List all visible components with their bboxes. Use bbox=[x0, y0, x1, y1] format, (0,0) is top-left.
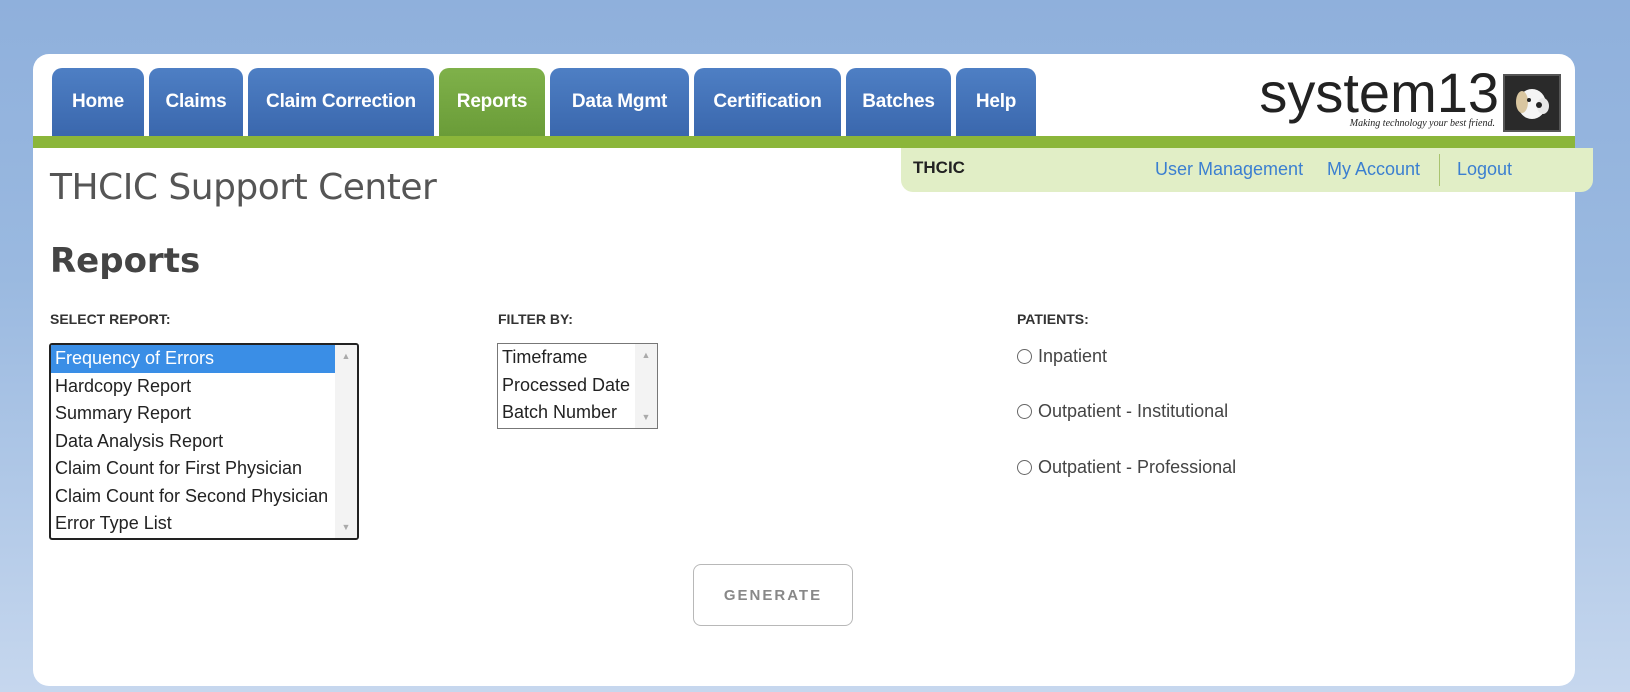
tab-certification[interactable]: Certification bbox=[694, 68, 841, 136]
filter-list-scrollbar[interactable]: ▲ ▼ bbox=[635, 344, 657, 428]
org-name: THCIC bbox=[913, 158, 965, 177]
dog-icon bbox=[1503, 74, 1561, 132]
scroll-up-arrow-icon[interactable]: ▲ bbox=[335, 347, 357, 365]
tab-data-mgmt[interactable]: Data Mgmt bbox=[550, 68, 689, 136]
scroll-up-arrow-icon[interactable]: ▲ bbox=[635, 346, 657, 364]
radio-label: Outpatient - Professional bbox=[1038, 457, 1237, 477]
radio-label: Inpatient bbox=[1038, 346, 1108, 366]
user-bar: THCIC User Management My Account Logout bbox=[901, 148, 1593, 192]
tab-claims[interactable]: Claims bbox=[149, 68, 243, 136]
generate-button[interactable]: GENERATE bbox=[693, 564, 853, 626]
radio-button[interactable] bbox=[1017, 349, 1032, 364]
radio-outpatient-professional[interactable]: Outpatient - Professional bbox=[1017, 457, 1236, 478]
scroll-down-arrow-icon[interactable]: ▼ bbox=[635, 408, 657, 426]
user-management-link[interactable]: User Management bbox=[1155, 159, 1303, 180]
select-report-label: SELECT REPORT: bbox=[50, 311, 171, 327]
select-report-listbox[interactable]: Frequency of Errors Hardcopy Report Summ… bbox=[49, 343, 359, 540]
site-title: THCIC Support Center bbox=[50, 167, 437, 208]
radio-label: Outpatient - Institutional bbox=[1038, 401, 1229, 421]
scroll-down-arrow-icon[interactable]: ▼ bbox=[335, 518, 357, 536]
report-option[interactable]: Claim Count for First Physician bbox=[51, 455, 357, 483]
filter-by-label: FILTER BY: bbox=[498, 311, 573, 327]
radio-outpatient-institutional[interactable]: Outpatient - Institutional bbox=[1017, 401, 1228, 422]
filter-by-listbox[interactable]: Timeframe Processed Date Batch Number ▲ … bbox=[497, 343, 658, 429]
report-option[interactable]: Error Type List bbox=[51, 510, 357, 538]
filter-option[interactable]: Batch Number bbox=[498, 399, 657, 427]
report-option[interactable]: Frequency of Errors bbox=[51, 345, 357, 373]
tab-home[interactable]: Home bbox=[52, 68, 144, 136]
logout-link[interactable]: Logout bbox=[1457, 159, 1512, 180]
report-option[interactable]: Summary Report bbox=[51, 400, 357, 428]
report-option[interactable]: Data Analysis Report bbox=[51, 428, 357, 456]
filter-option[interactable]: Timeframe bbox=[498, 344, 657, 372]
page-title: Reports bbox=[50, 241, 201, 281]
tab-reports[interactable]: Reports bbox=[439, 68, 545, 136]
main-card: Home Claims Claim Correction Reports Dat… bbox=[33, 54, 1593, 686]
radio-button[interactable] bbox=[1017, 404, 1032, 419]
tab-claim-correction[interactable]: Claim Correction bbox=[248, 68, 434, 136]
tab-batches[interactable]: Batches bbox=[846, 68, 951, 136]
nav-accent-bar bbox=[33, 136, 1575, 148]
report-list-scrollbar[interactable]: ▲ ▼ bbox=[335, 345, 357, 538]
filter-option[interactable]: Processed Date bbox=[498, 372, 657, 400]
report-option[interactable]: Hardcopy Report bbox=[51, 373, 357, 401]
patients-label: PATIENTS: bbox=[1017, 311, 1089, 327]
system13-logo[interactable]: system13 Making technology your best fri… bbox=[1259, 61, 1561, 132]
radio-inpatient[interactable]: Inpatient bbox=[1017, 346, 1107, 367]
logo-text: system13 bbox=[1259, 61, 1499, 124]
report-option[interactable]: Claim Count for Second Physician bbox=[51, 483, 357, 511]
tab-help[interactable]: Help bbox=[956, 68, 1036, 136]
my-account-link[interactable]: My Account bbox=[1327, 159, 1420, 180]
radio-button[interactable] bbox=[1017, 460, 1032, 475]
userbar-divider bbox=[1439, 154, 1440, 186]
logo-tagline: Making technology your best friend. bbox=[1349, 118, 1495, 129]
